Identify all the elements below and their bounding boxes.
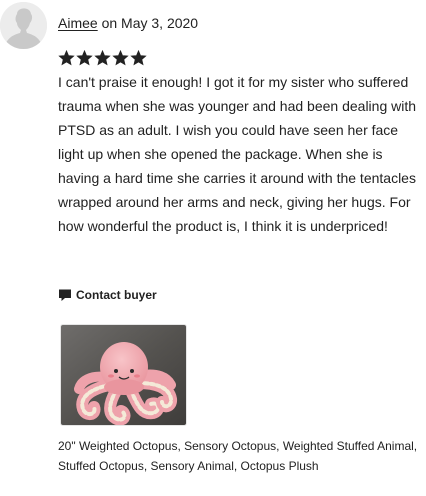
star-icon [94, 49, 111, 66]
speech-bubble-icon [59, 289, 71, 301]
octopus-plush-photo [61, 325, 186, 425]
contact-buyer-button[interactable]: Contact buyer [58, 286, 157, 304]
star-icon [112, 49, 129, 66]
star-rating [58, 48, 147, 70]
reviewer-avatar[interactable] [0, 2, 47, 49]
star-icon [76, 49, 93, 66]
star-icon [130, 49, 147, 66]
reviewer-name-link[interactable]: Aimee [58, 15, 98, 31]
contact-buyer-label: Contact buyer [76, 288, 157, 302]
review-text: I can't praise it enough! I got it for m… [58, 74, 417, 234]
review-date: on May 3, 2020 [101, 15, 199, 31]
default-user-avatar-icon [0, 2, 47, 49]
product-thumbnail[interactable] [60, 324, 187, 426]
review-meta: Aimee on May 3, 2020 [58, 14, 198, 32]
star-icon [58, 49, 75, 66]
product-title-link[interactable]: 20" Weighted Octopus, Sensory Octopus, W… [58, 436, 422, 476]
review-card: Aimee on May 3, 2020 I can't praise it e… [0, 0, 426, 496]
